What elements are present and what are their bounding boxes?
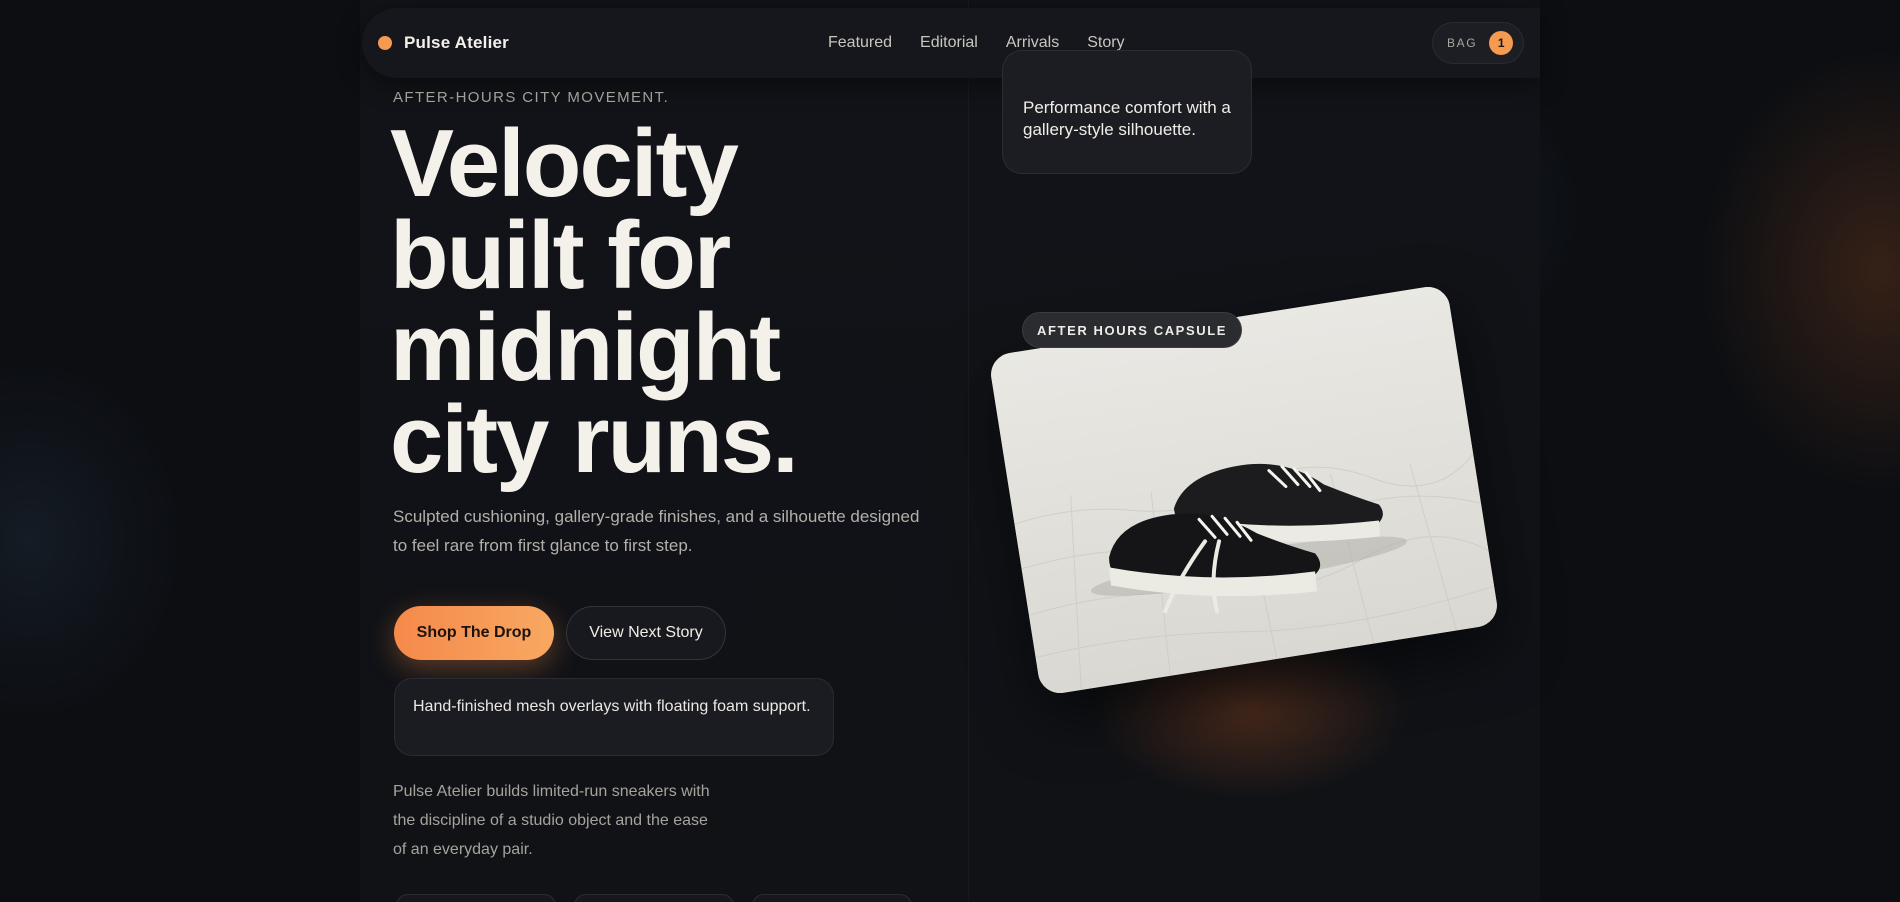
bag-label: BAG <box>1447 36 1478 50</box>
brand-dot-icon <box>378 36 392 50</box>
nav-link-featured[interactable]: Featured <box>828 34 892 52</box>
hero-subtitle: Sculpted cushioning, gallery-grade finis… <box>393 507 920 555</box>
peek-card <box>396 894 556 902</box>
peek-card <box>574 894 734 902</box>
bag-button[interactable]: BAG 1 <box>1432 22 1524 64</box>
headline-line: city runs. <box>390 386 799 493</box>
brand-about: Pulse Atelier builds limited-run sneaker… <box>393 783 710 858</box>
capsule-badge: AFTER HOURS CAPSULE <box>1022 312 1243 348</box>
nav-link-editorial[interactable]: Editorial <box>920 34 978 52</box>
brand[interactable]: Pulse Atelier <box>378 33 509 53</box>
divider <box>968 0 969 902</box>
hero-eyebrow: AFTER-HOURS CITY MOVEMENT. <box>393 89 670 106</box>
page: Pulse Atelier Featured Editorial Arrival… <box>0 0 1900 902</box>
top-nav: Pulse Atelier Featured Editorial Arrival… <box>362 8 1540 78</box>
view-next-story-button[interactable]: View Next Story <box>566 606 726 660</box>
headline-line: midnight <box>390 294 781 401</box>
comfort-card: Performance comfort with a gallery-style… <box>1002 50 1252 174</box>
feature-note-card: Hand-finished mesh overlays with floatin… <box>394 678 834 756</box>
headline-line: Velocity <box>390 110 739 217</box>
bag-count-badge: 1 <box>1489 31 1514 55</box>
peek-card <box>752 894 912 902</box>
headline-line: built for <box>390 202 731 309</box>
hero-headline: Velocity built for midnight city runs. <box>390 110 910 493</box>
shop-the-drop-button[interactable]: Shop The Drop <box>394 606 554 660</box>
brand-name: Pulse Atelier <box>404 33 509 52</box>
